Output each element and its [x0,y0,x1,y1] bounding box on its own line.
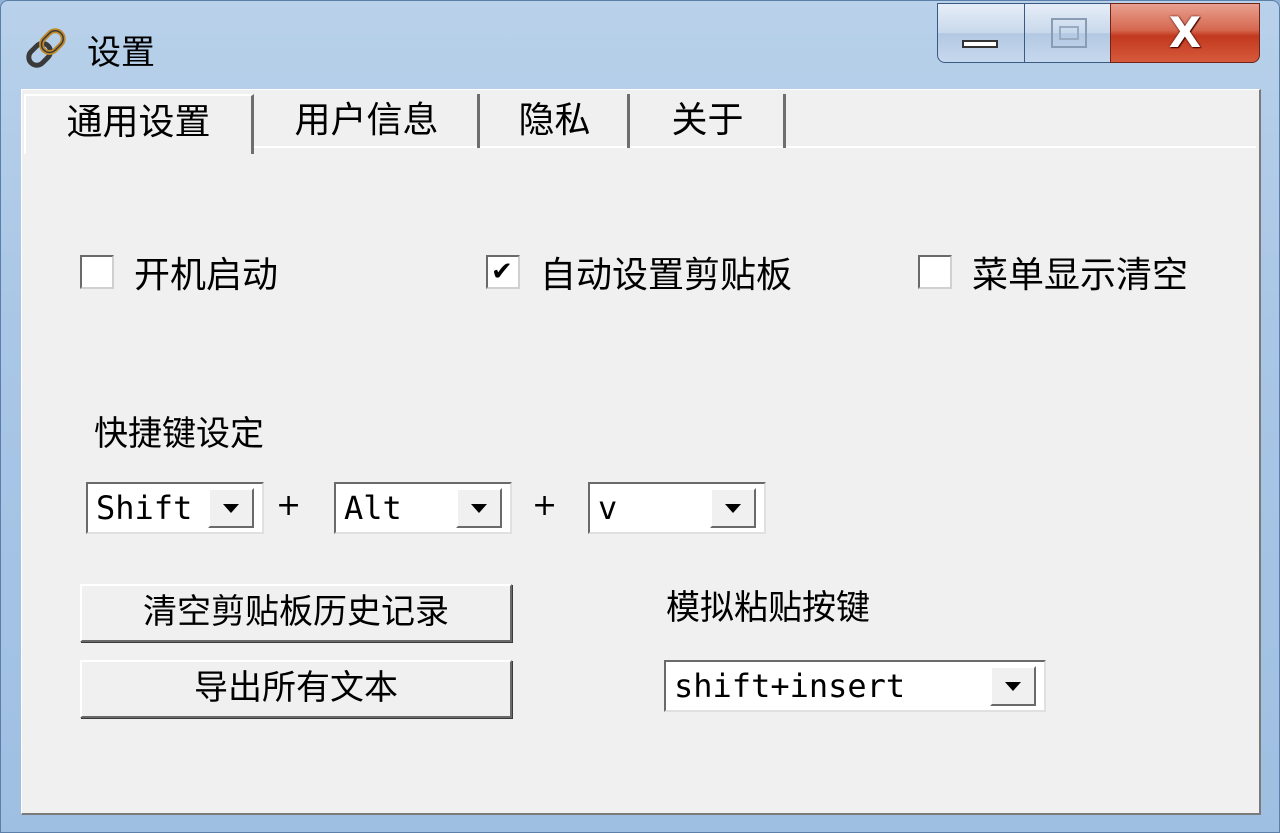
minimize-button[interactable] [937,3,1025,63]
startup-checkbox-label: 开机启动 [134,255,279,296]
tab-general-settings[interactable]: 通用设置 [24,94,254,154]
dropdown-arrow-icon [223,504,239,513]
plus-sign: + [276,488,302,523]
settings-window: 设置 X 通用设置 用户信息 隐私 关于 开机启动 ✔ 自动设置剪贴板 菜单显示… [0,0,1280,833]
close-icon: X [1168,8,1202,57]
hotkey-label: 快捷键设定 [94,414,264,454]
dropdown-arrow-icon [725,504,741,513]
paste-key-label: 模拟粘贴按键 [666,588,870,628]
menu-show-clear-checkbox[interactable] [918,255,952,289]
client-area: 通用设置 用户信息 隐私 关于 开机启动 ✔ 自动设置剪贴板 菜单显示清空 快捷… [21,89,1261,815]
dropdown-arrow-icon [471,504,487,513]
hotkey-key-value: v [598,489,618,527]
hotkey-key-dropdown-button[interactable] [710,488,756,528]
export-all-text-button[interactable]: 导出所有文本 [80,660,512,718]
hotkey-modifier1-value: Shift [96,489,193,527]
hotkey-key-select[interactable]: v [588,482,766,534]
dropdown-arrow-icon [1005,682,1021,691]
tab-user-info[interactable]: 用户信息 [256,94,480,148]
plus-sign: + [532,488,558,523]
menu-show-clear-checkbox-row[interactable]: 菜单显示清空 [918,252,1188,296]
hotkey-modifier1-select[interactable]: Shift [86,482,264,534]
paste-key-value: shift+insert [674,667,906,705]
auto-clipboard-checkbox[interactable]: ✔ [486,255,520,289]
link-chain-icon [26,28,66,68]
startup-checkbox[interactable] [80,255,114,289]
general-settings-panel: 开机启动 ✔ 自动设置剪贴板 菜单显示清空 快捷键设定 Shift + Alt … [22,148,1258,812]
maximize-icon [1051,18,1087,48]
tab-privacy[interactable]: 隐私 [482,94,630,148]
hotkey-modifier2-select[interactable]: Alt [334,482,512,534]
startup-checkbox-row[interactable]: 开机启动 [80,252,278,296]
close-button[interactable]: X [1110,3,1260,63]
paste-key-dropdown-button[interactable] [990,666,1036,706]
maximize-button[interactable] [1024,3,1111,63]
auto-clipboard-checkbox-row[interactable]: ✔ 自动设置剪贴板 [486,252,792,296]
check-mark-icon: ✔ [491,257,513,287]
menu-show-clear-checkbox-label: 菜单显示清空 [972,255,1189,296]
minimize-icon [962,40,998,48]
clear-clipboard-history-button[interactable]: 清空剪贴板历史记录 [80,584,512,642]
hotkey-modifier2-value: Alt [344,489,402,527]
hotkey-modifier1-dropdown-button[interactable] [208,488,254,528]
auto-clipboard-checkbox-label: 自动设置剪贴板 [540,255,793,296]
hotkey-modifier2-dropdown-button[interactable] [456,488,502,528]
paste-key-select[interactable]: shift+insert [664,660,1046,712]
tab-about[interactable]: 关于 [632,94,786,148]
window-title: 设置 [87,33,155,73]
title-bar[interactable]: 设置 X [1,1,1280,89]
